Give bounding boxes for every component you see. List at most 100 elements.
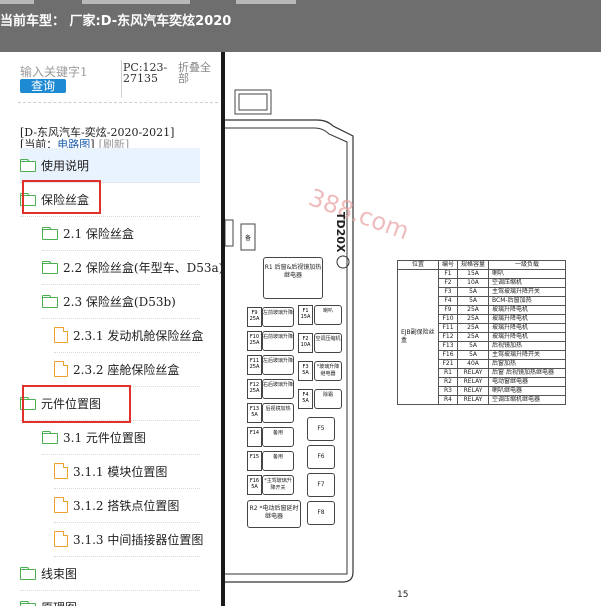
fuse-desc-cell: 备用	[262, 451, 294, 471]
table-cell: 后窗加热	[488, 359, 567, 369]
table-header-cell: 编号	[437, 260, 459, 270]
fuse-amp: 25A	[249, 340, 260, 346]
fuse-amp-cell: F4 5A	[298, 389, 313, 409]
tree-item-label: 2.3.2 座舱保险丝盒	[73, 362, 180, 377]
tree-item[interactable]: 3.1.2 搭铁点位置图	[54, 488, 200, 523]
tree-item[interactable]: 3.1.3 中间插接器位置图	[54, 522, 204, 557]
side-fuse-label: 备	[245, 234, 251, 242]
tree-item[interactable]: 2.1 保险丝盒	[42, 216, 200, 251]
fuse-amp: 25A	[249, 364, 260, 370]
fuse-id: F11	[249, 358, 260, 364]
fuse-desc-cell: *玻璃升降继电器	[314, 361, 342, 381]
table-header-cell: 一级负载	[488, 260, 567, 270]
fuse-id: F6	[317, 453, 325, 460]
file-icon	[54, 361, 68, 377]
tree-item[interactable]: 使用说明	[20, 148, 200, 183]
fuse-id: F9	[251, 310, 258, 316]
tree-item[interactable]: 线束图	[20, 556, 200, 591]
table-cell: 后窗 后视镜加热继电器	[488, 368, 567, 378]
fuse-id: F15	[249, 454, 260, 460]
document-viewer[interactable]: 388.com TD20X 备 R1 后窗&后视镜加热继电器 F9 25A 左前玻璃…	[225, 52, 601, 606]
current-model-title: 当前车型： 厂家:D-东风汽车奕炫2020	[0, 14, 232, 29]
tree-item-label: 3.1 元件位置图	[63, 430, 146, 445]
relay-r2-label: R2 *电动后窗延时继电器	[249, 505, 299, 520]
tree-item[interactable]: 2.3.1 发动机舱保险丝盒	[54, 318, 203, 353]
table-cell: 40A	[457, 359, 490, 369]
search-input[interactable]	[20, 64, 120, 80]
fuse-amp: 25A	[249, 316, 260, 322]
fuse-desc-cell: 右前玻璃升降	[262, 331, 294, 351]
fuse-desc: 备用	[272, 430, 283, 436]
table-cell: 25A	[457, 314, 490, 324]
table-header-cell: 规格容量	[457, 260, 490, 270]
collapse-all-link[interactable]: 折叠全部	[178, 62, 218, 84]
table-cell: 主驾玻璃升降开关	[488, 287, 567, 297]
table-cell: 10A	[457, 278, 490, 288]
pc-code: PC:123-27135	[123, 61, 168, 85]
fuse-amp: 5A	[251, 412, 258, 418]
tree-item[interactable]: 2.2 保险丝盒(年型车、D53a)	[42, 250, 221, 285]
table-cell: R3	[437, 386, 459, 396]
table-cell: 5A	[457, 350, 490, 360]
fuse-amp: 10A	[300, 342, 311, 348]
fuse-amp-cell: F9 25A	[247, 307, 262, 327]
table-cell: RELAY	[457, 395, 490, 405]
table-cell: 玻璃升降电机	[488, 332, 567, 342]
tree-item-label: 原理图	[41, 599, 77, 606]
fuse-amp-cell: F1 15A	[298, 305, 313, 325]
tree-item-label: 2.1 保险丝盒	[63, 226, 134, 241]
tree-item-label: 2.2 保险丝盒(年型车、D53a)	[63, 260, 221, 275]
fuse-amp-cell: F13 5A	[247, 403, 262, 423]
fuse-amp-cell: F16 5A	[247, 475, 262, 495]
fuse-id: F7	[317, 481, 325, 488]
table-cell: F1	[437, 269, 459, 279]
table-cell: 玻璃升降电机	[488, 305, 567, 315]
fuse-desc-cell: 左后玻璃升降	[262, 355, 294, 375]
fuse-id: F16	[249, 478, 260, 484]
table-header-cell: 位置	[397, 260, 439, 270]
fuse-desc: 空调压缩机	[315, 336, 341, 342]
table-cell: 25A	[457, 305, 490, 315]
toolbar-divider	[121, 60, 122, 98]
table-cell: R2	[437, 377, 459, 387]
fuse-amp: 25A	[249, 388, 260, 394]
tree-item[interactable]: 3.1.1 模块位置图	[54, 454, 200, 489]
fuse-desc: 喇叭	[322, 308, 333, 314]
tree-item-label: 2.3 保险丝盒(D53b)	[63, 294, 176, 309]
diagram-connector-inner	[238, 93, 268, 111]
tree-item[interactable]: 原理图	[20, 590, 200, 606]
table-cell: F10	[437, 314, 459, 324]
fuse-desc: 右前玻璃升降	[263, 334, 294, 340]
relay-r2: R2 *电动后窗延时继电器	[247, 500, 301, 528]
tree-item-label: 3.1.3 中间插接器位置图	[73, 532, 204, 547]
top-cap-right	[236, 0, 296, 4]
relay-r1-label: R1 后窗&后视镜加热继电器	[264, 264, 322, 279]
folder-icon	[20, 159, 36, 172]
table-cell: F16	[437, 350, 459, 360]
folder-body	[20, 569, 36, 580]
tree-item-label: 使用说明	[41, 158, 90, 173]
tree-item[interactable]: 3.1 元件位置图	[42, 420, 200, 455]
folder-icon	[42, 227, 58, 240]
fuse-id: F5	[317, 425, 325, 432]
table-cell: F3	[437, 287, 459, 297]
fuse-desc: *玻璃升降继电器	[316, 364, 340, 377]
folder-icon	[20, 567, 36, 580]
tree-item[interactable]: 2.3.2 座舱保险丝盒	[54, 352, 200, 387]
fuse-desc: 左后玻璃升降	[263, 358, 294, 364]
tree-item[interactable]: 2.3 保险丝盒(D53b)	[42, 284, 200, 319]
fuse-amp-cell: F15	[247, 451, 262, 471]
fuse-amp-cell: F14	[247, 427, 262, 447]
fuse-slot: F7	[307, 473, 335, 497]
folder-body	[42, 229, 58, 240]
fuse-amp-cell: F3 5A	[298, 361, 313, 381]
top-cap-left	[0, 0, 34, 4]
highlight-box-fuse	[22, 180, 101, 214]
fuse-desc: 右后玻璃升降	[263, 382, 294, 388]
search-button[interactable]: 查询	[20, 79, 66, 93]
toolbar-separator	[18, 102, 218, 103]
table-cell: F4	[437, 296, 459, 306]
tree-item-label: 3.1.2 搭铁点位置图	[73, 498, 180, 513]
fuse-amp: 5A	[302, 398, 309, 404]
fuse-id: F1	[302, 308, 309, 314]
